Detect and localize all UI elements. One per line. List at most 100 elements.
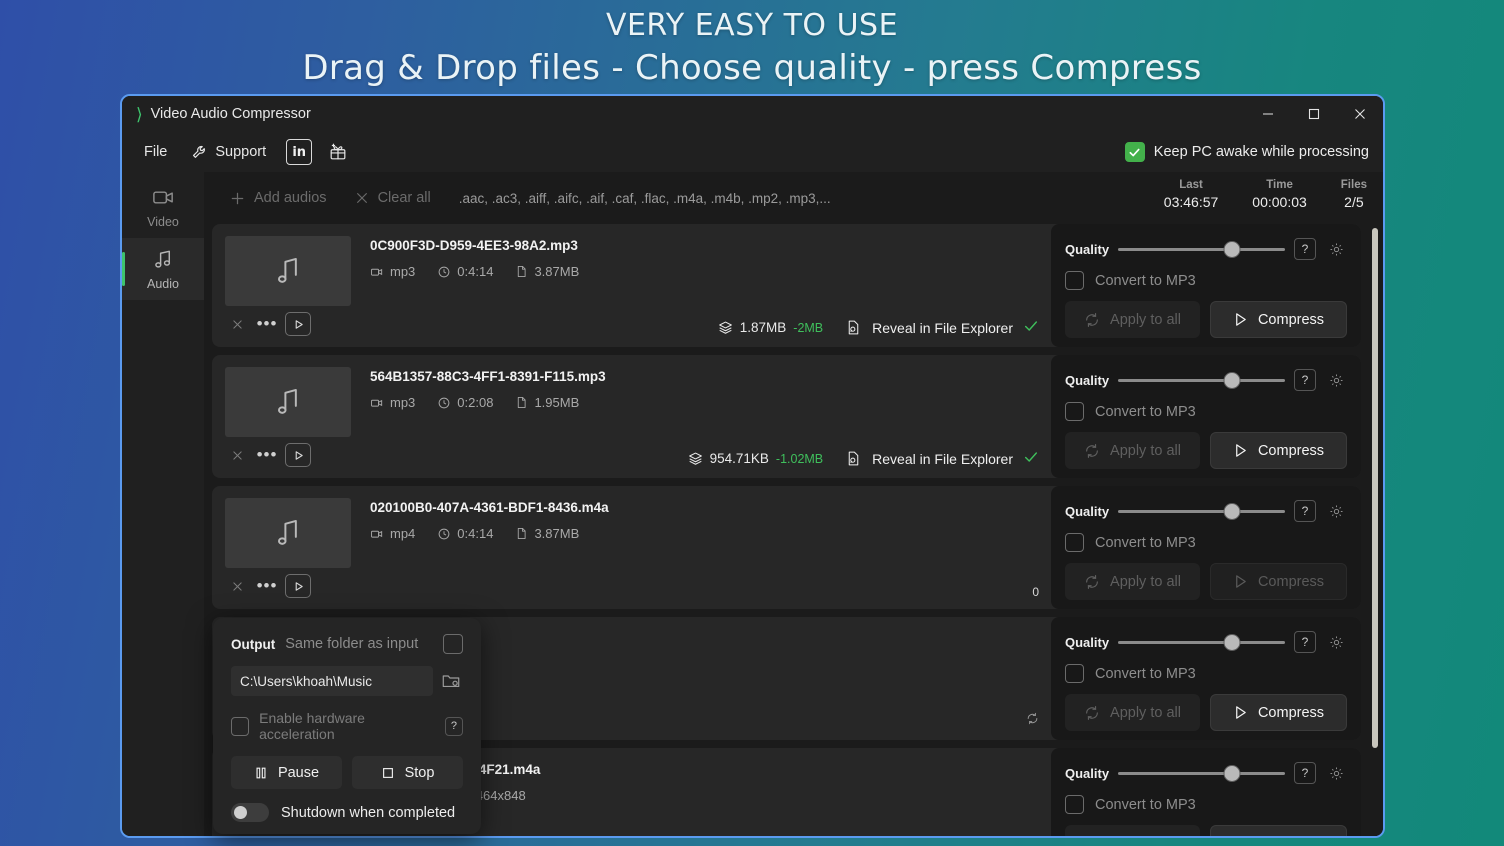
file-row[interactable]: ••• 0C900F3D-D959-4EE3-98A2.mp3 mp3 0:4:… — [212, 224, 1361, 347]
apply-to-all-label: Apply to all — [1110, 442, 1181, 459]
convert-to-mp3-option[interactable]: Convert to MP3 — [1065, 664, 1347, 683]
output-settings-popup: Output Same folder as input C:\Users\kho… — [213, 618, 481, 834]
linkedin-label: in — [292, 144, 307, 160]
quality-help-button[interactable]: ? — [1294, 631, 1316, 653]
status-stats: Last 03:46:57 Time 00:00:03 Files 2/5 — [1164, 178, 1367, 212]
remove-file-button[interactable] — [225, 836, 249, 838]
hardware-acceleration-option[interactable]: Enable hardware acceleration ? — [231, 710, 463, 742]
file-row[interactable]: ••• 020100B0-407A-4361-BDF1-8436.m4a mp4… — [212, 486, 1361, 609]
compress-button[interactable]: Compress — [1210, 432, 1347, 469]
play-button[interactable] — [285, 836, 311, 838]
shutdown-toggle[interactable] — [231, 803, 269, 822]
stop-button[interactable]: Stop — [352, 756, 463, 789]
more-options-button[interactable]: ••• — [255, 836, 279, 838]
compress-label: Compress — [1258, 836, 1324, 837]
play-button[interactable] — [285, 443, 311, 467]
gear-icon[interactable] — [1325, 500, 1347, 522]
quality-slider[interactable] — [1118, 240, 1285, 258]
reveal-in-explorer-button[interactable]: Reveal in File Explorer — [845, 318, 1039, 337]
sidebar-item-audio[interactable]: Audio — [122, 238, 204, 300]
slider-knob[interactable] — [1223, 633, 1241, 651]
quality-slider[interactable] — [1118, 633, 1285, 651]
convert-to-mp3-option[interactable]: Convert to MP3 — [1065, 271, 1347, 290]
scrollbar-thumb[interactable] — [1372, 228, 1378, 748]
retry-icon[interactable] — [1026, 712, 1039, 730]
stat-time: Time 00:00:03 — [1252, 178, 1307, 212]
slider-knob[interactable] — [1223, 502, 1241, 520]
browse-folder-icon[interactable] — [439, 671, 463, 691]
file-row[interactable]: ••• 564B1357-88C3-4FF1-8391-F115.mp3 mp3… — [212, 355, 1361, 478]
more-options-button[interactable]: ••• — [255, 574, 279, 598]
quality-row: Quality ? — [1065, 762, 1347, 784]
clear-all-button[interactable]: Clear all — [341, 182, 445, 214]
compress-button[interactable]: Compress — [1210, 825, 1347, 837]
apply-to-all-label: Apply to all — [1110, 573, 1181, 590]
success-check-icon — [1023, 449, 1039, 468]
pause-button[interactable]: Pause — [231, 756, 342, 789]
add-audios-button[interactable]: Add audios — [216, 182, 341, 214]
quality-help-button[interactable]: ? — [1294, 238, 1316, 260]
gear-icon[interactable] — [1325, 369, 1347, 391]
more-options-button[interactable]: ••• — [255, 443, 279, 467]
compress-button[interactable]: Compress — [1210, 694, 1347, 731]
remove-file-button[interactable] — [225, 312, 249, 336]
gift-button[interactable] — [328, 142, 348, 162]
quality-row: Quality ? — [1065, 631, 1347, 653]
file-row-actions: ••• — [225, 836, 311, 838]
apply-to-all-button[interactable]: Apply to all — [1065, 825, 1200, 836]
minimize-button[interactable] — [1245, 96, 1291, 132]
file-format: mp4 — [370, 526, 415, 541]
linkedin-button[interactable]: in — [286, 139, 313, 165]
convert-to-mp3-label: Convert to MP3 — [1095, 272, 1196, 289]
hardware-acceleration-checkbox[interactable] — [231, 716, 250, 736]
gear-icon[interactable] — [1325, 238, 1347, 260]
close-button[interactable] — [1337, 96, 1383, 132]
convert-to-mp3-option[interactable]: Convert to MP3 — [1065, 795, 1347, 814]
file-size: 3.87MB — [515, 264, 579, 279]
slider-knob[interactable] — [1223, 764, 1241, 782]
remove-file-button[interactable] — [225, 443, 249, 467]
quality-slider[interactable] — [1118, 371, 1285, 389]
quality-help-button[interactable]: ? — [1294, 762, 1316, 784]
apply-to-all-button[interactable]: Apply to all — [1065, 694, 1200, 731]
file-resolution-text: 464x848 — [475, 788, 526, 803]
quality-slider[interactable] — [1118, 764, 1285, 782]
convert-to-mp3-option[interactable]: Convert to MP3 — [1065, 533, 1347, 552]
compress-button[interactable]: Compress — [1210, 563, 1347, 600]
slider-knob[interactable] — [1223, 240, 1241, 258]
convert-to-mp3-option[interactable]: Convert to MP3 — [1065, 402, 1347, 421]
slider-knob[interactable] — [1223, 371, 1241, 389]
remove-file-button[interactable] — [225, 574, 249, 598]
same-folder-checkbox[interactable] — [443, 634, 463, 654]
keep-pc-awake-toggle[interactable]: Keep PC awake while processing — [1124, 142, 1369, 162]
gear-icon[interactable] — [1325, 631, 1347, 653]
apply-to-all-button[interactable]: Apply to all — [1065, 432, 1200, 469]
convert-to-mp3-checkbox[interactable] — [1065, 664, 1084, 683]
convert-to-mp3-checkbox[interactable] — [1065, 271, 1084, 290]
vertical-scrollbar[interactable] — [1369, 224, 1381, 836]
convert-to-mp3-checkbox[interactable] — [1065, 533, 1084, 552]
hardware-help-button[interactable]: ? — [444, 716, 463, 736]
more-options-button[interactable]: ••• — [255, 312, 279, 336]
gear-icon[interactable] — [1325, 762, 1347, 784]
file-row-info: ••• 0C900F3D-D959-4EE3-98A2.mp3 mp3 0:4:… — [212, 224, 1051, 347]
quality-help-button[interactable]: ? — [1294, 500, 1316, 522]
output-path-field[interactable]: C:\Users\khoah\Music — [231, 666, 433, 696]
convert-to-mp3-checkbox[interactable] — [1065, 402, 1084, 421]
menu-support[interactable]: Support — [181, 139, 276, 166]
reveal-in-explorer-button[interactable]: Reveal in File Explorer — [845, 449, 1039, 468]
keep-awake-checkbox[interactable] — [1124, 142, 1145, 162]
result-size-text: 1.87MB — [739, 320, 787, 335]
quality-help-button[interactable]: ? — [1294, 369, 1316, 391]
maximize-button[interactable] — [1291, 96, 1337, 132]
sidebar-item-video[interactable]: Video — [122, 176, 204, 238]
apply-to-all-button[interactable]: Apply to all — [1065, 301, 1200, 338]
apply-to-all-button[interactable]: Apply to all — [1065, 563, 1200, 600]
play-button[interactable] — [285, 312, 311, 336]
compress-button[interactable]: Compress — [1210, 301, 1347, 338]
convert-to-mp3-checkbox[interactable] — [1065, 795, 1084, 814]
play-button[interactable] — [285, 574, 311, 598]
quality-slider[interactable] — [1118, 502, 1285, 520]
menu-file[interactable]: File — [134, 139, 177, 165]
shutdown-option[interactable]: Shutdown when completed — [231, 803, 463, 822]
